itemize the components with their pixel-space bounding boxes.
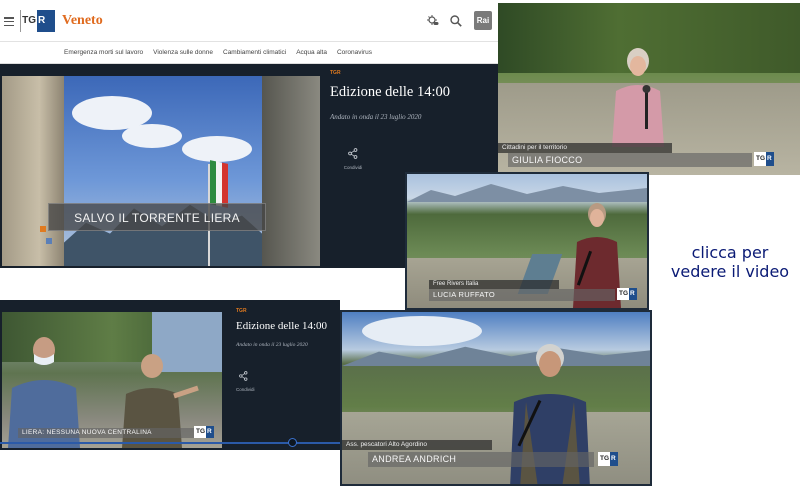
share-label: Condividi xyxy=(343,165,363,170)
video-player-liera[interactable]: LIERA: NESSUNA NUOVA CENTRALINA TG R xyxy=(2,312,222,448)
tgr-logo-r: R xyxy=(37,10,55,32)
liera-caption: LIERA: NESSUNA NUOVA CENTRALINA xyxy=(18,428,194,438)
tgr-logo-tg: TG xyxy=(20,10,37,32)
role-label: Free Rivers Italia xyxy=(429,280,559,289)
rai-logo[interactable]: Rai xyxy=(474,11,492,30)
search-icon[interactable] xyxy=(449,14,463,28)
episode-title: Edizione delle 14:00 xyxy=(330,84,450,100)
accent-square xyxy=(40,226,46,232)
tgr-logo[interactable]: TG R xyxy=(20,10,55,32)
video-cloud xyxy=(362,316,482,346)
episode-info-2: TGR Edizione delle 14:00 Andato in onda … xyxy=(236,308,340,450)
video-frame-liera[interactable]: LIERA: NESSUNA NUOVA CENTRALINA TG R TGR … xyxy=(0,300,340,450)
tgr-watermark: TG R xyxy=(598,452,618,466)
video-bell-tower xyxy=(2,76,64,266)
tgr-watermark: TG R xyxy=(194,426,214,438)
role-label: Cittadini per il territorio xyxy=(498,143,672,153)
watch-video-link[interactable]: clicca per vedere il video xyxy=(660,243,800,281)
weather-icon[interactable] xyxy=(426,14,440,28)
name-label: ANDREA ANDRICH xyxy=(368,452,594,467)
info-tag: TGR xyxy=(236,308,247,314)
cta-line-1: clicca per xyxy=(691,243,769,262)
share-icon xyxy=(238,371,247,381)
episode-title: Edizione delle 14:00 xyxy=(236,320,328,332)
video-building xyxy=(262,76,320,266)
share-button[interactable]: Condividi xyxy=(236,368,255,392)
nav-item-acqua-alta[interactable]: Acqua alta xyxy=(296,49,327,56)
role-label: Ass. pescatori Alto Agordino xyxy=(342,440,492,450)
name-label: GIULIA FIOCCO xyxy=(508,153,752,167)
name-label: LUCIA RUFFATO xyxy=(429,289,615,301)
video-cloud xyxy=(182,136,252,162)
air-date: Andato in onda il 23 luglio 2020 xyxy=(236,342,308,348)
nav-item-coronavirus[interactable]: Coronavirus xyxy=(337,49,372,56)
share-label: Condividi xyxy=(236,387,255,392)
seek-handle[interactable] xyxy=(288,438,297,447)
video-frame-giulia[interactable]: Cittadini per il territorio GIULIA FIOCC… xyxy=(498,3,800,175)
video-frame-lucia[interactable]: Free Rivers Italia LUCIA RUFFATO TG R xyxy=(405,172,649,310)
nav-item-violenza-donne[interactable]: Violenza sulle donne xyxy=(153,49,213,56)
tgr-watermark: TG R xyxy=(617,288,637,300)
air-date: Andato in onda il 23 luglio 2020 xyxy=(330,113,422,121)
italian-flag xyxy=(210,160,228,208)
accent-square xyxy=(46,238,52,244)
nav-item-cambiamenti-climatici[interactable]: Cambiamenti climatici xyxy=(223,49,286,56)
tgr-watermark: TG R xyxy=(754,152,774,166)
video-cloud xyxy=(122,124,182,148)
share-button[interactable]: Condividi xyxy=(338,146,368,170)
info-tag: TGR xyxy=(330,70,341,76)
category-nav: Emergenza morti sul lavoro Violenza sull… xyxy=(0,42,498,64)
main-video-player[interactable]: SALVO IL TORRENTE LIERA xyxy=(2,76,320,266)
cta-line-2: vedere il video xyxy=(670,262,790,281)
menu-icon[interactable] xyxy=(4,17,14,27)
region-title[interactable]: Veneto xyxy=(62,13,103,29)
share-icon xyxy=(348,148,358,159)
video-frame-andrea[interactable]: Ass. pescatori Alto Agordino ANDREA ANDR… xyxy=(340,310,652,486)
top-header: TG R Veneto Rai xyxy=(0,0,498,42)
video-caption: SALVO IL TORRENTE LIERA xyxy=(48,203,266,231)
nav-item-morti-lavoro[interactable]: Emergenza morti sul lavoro xyxy=(64,49,143,56)
